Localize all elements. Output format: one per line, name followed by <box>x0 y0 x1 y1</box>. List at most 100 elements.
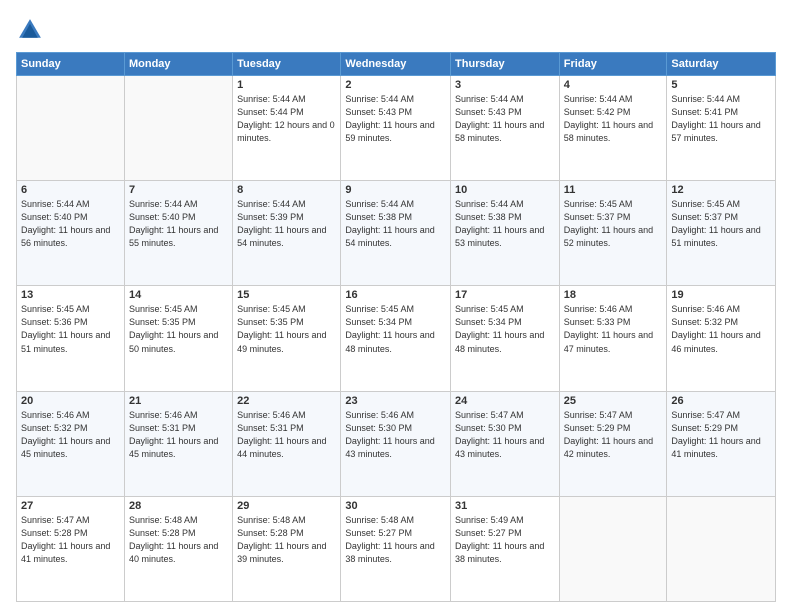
day-number: 25 <box>564 395 663 407</box>
day-detail: Sunrise: 5:45 AMSunset: 5:37 PMDaylight:… <box>564 198 663 250</box>
calendar-week-row: 27 Sunrise: 5:47 AMSunset: 5:28 PMDaylig… <box>17 496 776 601</box>
day-number: 13 <box>21 289 120 301</box>
day-detail: Sunrise: 5:44 AMSunset: 5:38 PMDaylight:… <box>345 198 446 250</box>
calendar-week-row: 20 Sunrise: 5:46 AMSunset: 5:32 PMDaylig… <box>17 391 776 496</box>
calendar-cell <box>559 496 667 601</box>
day-number: 28 <box>129 500 228 512</box>
day-detail: Sunrise: 5:44 AMSunset: 5:43 PMDaylight:… <box>345 93 446 145</box>
day-detail: Sunrise: 5:48 AMSunset: 5:28 PMDaylight:… <box>129 514 228 566</box>
day-detail: Sunrise: 5:48 AMSunset: 5:27 PMDaylight:… <box>345 514 446 566</box>
day-number: 21 <box>129 395 228 407</box>
day-number: 3 <box>455 79 555 91</box>
day-detail: Sunrise: 5:46 AMSunset: 5:31 PMDaylight:… <box>129 409 228 461</box>
calendar-cell: 25 Sunrise: 5:47 AMSunset: 5:29 PMDaylig… <box>559 391 667 496</box>
header-saturday: Saturday <box>667 53 776 76</box>
day-detail: Sunrise: 5:44 AMSunset: 5:38 PMDaylight:… <box>455 198 555 250</box>
day-number: 5 <box>671 79 771 91</box>
day-number: 4 <box>564 79 663 91</box>
day-detail: Sunrise: 5:44 AMSunset: 5:44 PMDaylight:… <box>237 93 336 145</box>
calendar-cell: 28 Sunrise: 5:48 AMSunset: 5:28 PMDaylig… <box>124 496 232 601</box>
day-detail: Sunrise: 5:44 AMSunset: 5:39 PMDaylight:… <box>237 198 336 250</box>
day-detail: Sunrise: 5:46 AMSunset: 5:32 PMDaylight:… <box>21 409 120 461</box>
day-detail: Sunrise: 5:44 AMSunset: 5:41 PMDaylight:… <box>671 93 771 145</box>
calendar-cell: 21 Sunrise: 5:46 AMSunset: 5:31 PMDaylig… <box>124 391 232 496</box>
calendar-week-row: 6 Sunrise: 5:44 AMSunset: 5:40 PMDayligh… <box>17 181 776 286</box>
calendar-cell: 16 Sunrise: 5:45 AMSunset: 5:34 PMDaylig… <box>341 286 451 391</box>
calendar-table: Sunday Monday Tuesday Wednesday Thursday… <box>16 52 776 602</box>
day-detail: Sunrise: 5:44 AMSunset: 5:40 PMDaylight:… <box>21 198 120 250</box>
day-number: 23 <box>345 395 446 407</box>
day-detail: Sunrise: 5:45 AMSunset: 5:37 PMDaylight:… <box>671 198 771 250</box>
day-detail: Sunrise: 5:47 AMSunset: 5:30 PMDaylight:… <box>455 409 555 461</box>
day-number: 27 <box>21 500 120 512</box>
calendar-cell: 13 Sunrise: 5:45 AMSunset: 5:36 PMDaylig… <box>17 286 125 391</box>
calendar-cell: 7 Sunrise: 5:44 AMSunset: 5:40 PMDayligh… <box>124 181 232 286</box>
day-number: 31 <box>455 500 555 512</box>
calendar-cell: 29 Sunrise: 5:48 AMSunset: 5:28 PMDaylig… <box>233 496 341 601</box>
calendar-cell: 11 Sunrise: 5:45 AMSunset: 5:37 PMDaylig… <box>559 181 667 286</box>
calendar-cell: 18 Sunrise: 5:46 AMSunset: 5:33 PMDaylig… <box>559 286 667 391</box>
calendar-cell: 20 Sunrise: 5:46 AMSunset: 5:32 PMDaylig… <box>17 391 125 496</box>
calendar-cell: 9 Sunrise: 5:44 AMSunset: 5:38 PMDayligh… <box>341 181 451 286</box>
header <box>16 16 776 44</box>
calendar-cell: 10 Sunrise: 5:44 AMSunset: 5:38 PMDaylig… <box>451 181 560 286</box>
day-number: 24 <box>455 395 555 407</box>
day-number: 2 <box>345 79 446 91</box>
day-number: 20 <box>21 395 120 407</box>
calendar-cell: 3 Sunrise: 5:44 AMSunset: 5:43 PMDayligh… <box>451 76 560 181</box>
day-number: 22 <box>237 395 336 407</box>
calendar-cell: 4 Sunrise: 5:44 AMSunset: 5:42 PMDayligh… <box>559 76 667 181</box>
calendar-cell: 5 Sunrise: 5:44 AMSunset: 5:41 PMDayligh… <box>667 76 776 181</box>
day-detail: Sunrise: 5:45 AMSunset: 5:34 PMDaylight:… <box>345 303 446 355</box>
day-number: 8 <box>237 184 336 196</box>
calendar-cell: 2 Sunrise: 5:44 AMSunset: 5:43 PMDayligh… <box>341 76 451 181</box>
day-detail: Sunrise: 5:44 AMSunset: 5:43 PMDaylight:… <box>455 93 555 145</box>
header-thursday: Thursday <box>451 53 560 76</box>
day-detail: Sunrise: 5:44 AMSunset: 5:42 PMDaylight:… <box>564 93 663 145</box>
day-detail: Sunrise: 5:47 AMSunset: 5:29 PMDaylight:… <box>564 409 663 461</box>
logo-icon <box>16 16 44 44</box>
day-number: 16 <box>345 289 446 301</box>
header-monday: Monday <box>124 53 232 76</box>
day-number: 26 <box>671 395 771 407</box>
day-detail: Sunrise: 5:46 AMSunset: 5:33 PMDaylight:… <box>564 303 663 355</box>
header-wednesday: Wednesday <box>341 53 451 76</box>
day-detail: Sunrise: 5:46 AMSunset: 5:32 PMDaylight:… <box>671 303 771 355</box>
calendar-cell: 15 Sunrise: 5:45 AMSunset: 5:35 PMDaylig… <box>233 286 341 391</box>
calendar-cell: 8 Sunrise: 5:44 AMSunset: 5:39 PMDayligh… <box>233 181 341 286</box>
calendar-cell: 27 Sunrise: 5:47 AMSunset: 5:28 PMDaylig… <box>17 496 125 601</box>
day-detail: Sunrise: 5:45 AMSunset: 5:35 PMDaylight:… <box>129 303 228 355</box>
day-number: 30 <box>345 500 446 512</box>
header-sunday: Sunday <box>17 53 125 76</box>
calendar-cell: 31 Sunrise: 5:49 AMSunset: 5:27 PMDaylig… <box>451 496 560 601</box>
day-number: 19 <box>671 289 771 301</box>
day-detail: Sunrise: 5:48 AMSunset: 5:28 PMDaylight:… <box>237 514 336 566</box>
page: Sunday Monday Tuesday Wednesday Thursday… <box>0 0 792 612</box>
day-number: 1 <box>237 79 336 91</box>
logo <box>16 16 48 44</box>
day-detail: Sunrise: 5:45 AMSunset: 5:35 PMDaylight:… <box>237 303 336 355</box>
header-friday: Friday <box>559 53 667 76</box>
day-detail: Sunrise: 5:46 AMSunset: 5:31 PMDaylight:… <box>237 409 336 461</box>
calendar-cell: 30 Sunrise: 5:48 AMSunset: 5:27 PMDaylig… <box>341 496 451 601</box>
calendar-week-row: 13 Sunrise: 5:45 AMSunset: 5:36 PMDaylig… <box>17 286 776 391</box>
day-number: 17 <box>455 289 555 301</box>
day-detail: Sunrise: 5:46 AMSunset: 5:30 PMDaylight:… <box>345 409 446 461</box>
day-number: 10 <box>455 184 555 196</box>
calendar-cell: 19 Sunrise: 5:46 AMSunset: 5:32 PMDaylig… <box>667 286 776 391</box>
day-detail: Sunrise: 5:47 AMSunset: 5:29 PMDaylight:… <box>671 409 771 461</box>
day-number: 12 <box>671 184 771 196</box>
day-detail: Sunrise: 5:45 AMSunset: 5:34 PMDaylight:… <box>455 303 555 355</box>
day-number: 14 <box>129 289 228 301</box>
calendar-cell <box>667 496 776 601</box>
header-tuesday: Tuesday <box>233 53 341 76</box>
calendar-cell: 12 Sunrise: 5:45 AMSunset: 5:37 PMDaylig… <box>667 181 776 286</box>
day-detail: Sunrise: 5:47 AMSunset: 5:28 PMDaylight:… <box>21 514 120 566</box>
calendar-cell: 6 Sunrise: 5:44 AMSunset: 5:40 PMDayligh… <box>17 181 125 286</box>
calendar-cell: 23 Sunrise: 5:46 AMSunset: 5:30 PMDaylig… <box>341 391 451 496</box>
day-number: 6 <box>21 184 120 196</box>
day-number: 29 <box>237 500 336 512</box>
calendar-cell: 14 Sunrise: 5:45 AMSunset: 5:35 PMDaylig… <box>124 286 232 391</box>
day-detail: Sunrise: 5:44 AMSunset: 5:40 PMDaylight:… <box>129 198 228 250</box>
calendar-week-row: 1 Sunrise: 5:44 AMSunset: 5:44 PMDayligh… <box>17 76 776 181</box>
